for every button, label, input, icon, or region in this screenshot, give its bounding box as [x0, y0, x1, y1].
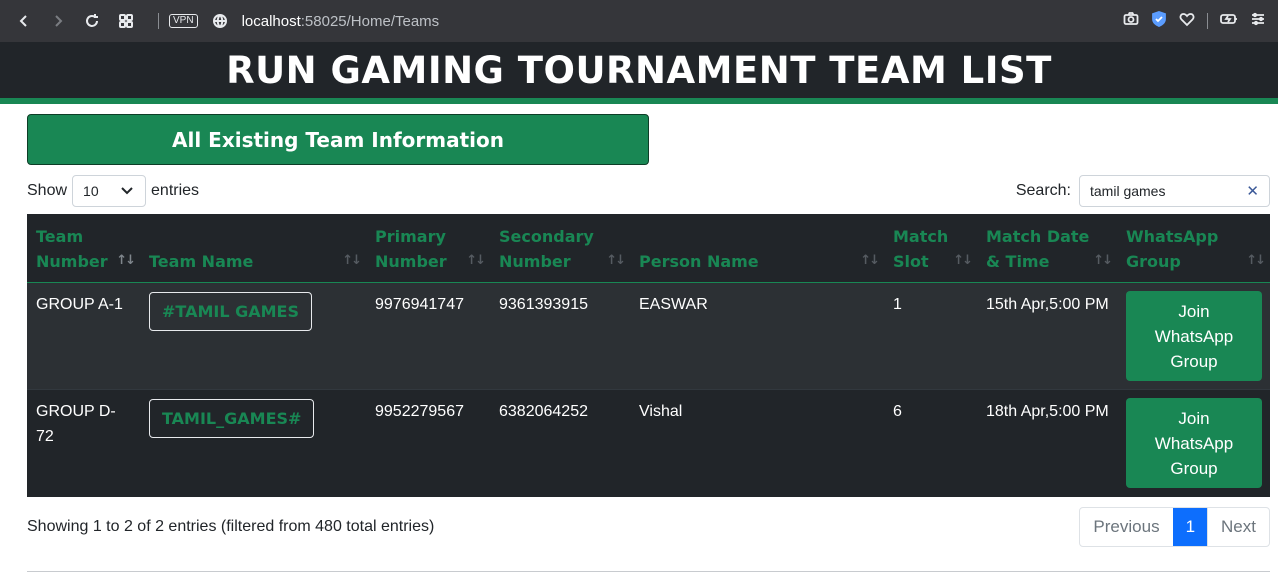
toolbar-divider-right — [1207, 13, 1208, 29]
page-title: RUN GAMING TOURNAMENT TEAM LIST — [226, 48, 1052, 92]
back-icon[interactable] — [12, 9, 36, 33]
header-label: Number — [36, 252, 108, 271]
address-bar[interactable]: localhost:58025/Home/Teams — [242, 13, 440, 30]
pagination: Previous 1 Next — [1079, 506, 1270, 547]
cell-secondary-number: 9361393915 — [490, 282, 630, 390]
search-label: Search: — [1015, 182, 1071, 199]
header-label: Team Name — [149, 252, 254, 271]
cell-team-number: GROUP A-1 — [27, 282, 140, 390]
sort-icon: ↑↓ — [1093, 253, 1113, 268]
heart-icon[interactable] — [1179, 11, 1195, 32]
header-label: Primary — [375, 227, 446, 246]
header-label: Match Date — [986, 227, 1090, 246]
globe-icon[interactable] — [208, 9, 232, 33]
header-label: Slot — [893, 252, 929, 271]
header-label: Person Name — [639, 252, 759, 271]
toolbar-right — [1123, 0, 1266, 42]
chevron-down-icon — [121, 187, 133, 195]
cell-person-name: Vishal — [630, 389, 884, 497]
header-label: Team — [36, 227, 84, 246]
col-team-number[interactable]: Team Number ↑↓ — [27, 214, 140, 283]
join-whatsapp-button[interactable]: Join WhatsApp Group — [1126, 398, 1262, 488]
sort-icon: ↑↓ — [953, 253, 973, 268]
sort-icon: ↑↓ — [116, 253, 136, 268]
cell-team-name: #TAMIL GAMES — [140, 282, 366, 390]
camera-icon[interactable] — [1123, 11, 1139, 32]
cell-team-number: GROUP D-72 — [27, 389, 140, 497]
table-info: Showing 1 to 2 of 2 entries (filtered fr… — [27, 517, 435, 535]
show-label: Show — [27, 182, 68, 199]
table-row: GROUP D-72 TAMIL_GAMES# 9952279567 63820… — [27, 389, 1270, 497]
cell-person-name: EASWAR — [630, 282, 884, 390]
divider — [27, 570, 1270, 572]
header-label: WhatsApp — [1126, 227, 1219, 246]
header-label: Group — [1126, 252, 1181, 271]
sort-icon: ↑↓ — [1246, 253, 1266, 268]
teams-table: Team Number ↑↓ Team Name ↑↓ Primary Number ↑↓… — [27, 214, 1270, 497]
cell-whatsapp: Join WhatsApp Group — [1117, 389, 1270, 497]
table-footer: Showing 1 to 2 of 2 entries (filtered fr… — [27, 506, 1270, 547]
col-whatsapp-group[interactable]: WhatsApp Group ↑↓ — [1117, 214, 1270, 283]
next-page-button[interactable]: Next — [1207, 507, 1269, 546]
cell-secondary-number: 6382064252 — [490, 389, 630, 497]
clear-search-icon[interactable]: ✕ — [1246, 182, 1259, 200]
search-input-value: tamil games — [1090, 183, 1166, 199]
url-path: :58025/Home/Teams — [300, 12, 440, 30]
battery-icon[interactable] — [1220, 11, 1238, 32]
toolbar-divider — [158, 13, 159, 29]
header-label: Match — [893, 227, 949, 246]
main-content: All Existing Team Information Show 10 en… — [0, 104, 1278, 572]
header-label: Number — [499, 252, 571, 271]
entries-label: entries — [151, 182, 200, 199]
cell-primary-number: 9952279567 — [366, 389, 490, 497]
search-input[interactable]: tamil games ✕ — [1079, 175, 1270, 207]
table-controls: Show 10 entries Search: tamil games ✕ — [27, 175, 1270, 207]
tabs-grid-icon[interactable] — [114, 9, 138, 33]
all-teams-button[interactable]: All Existing Team Information — [27, 114, 649, 165]
col-team-name[interactable]: Team Name ↑↓ — [140, 214, 366, 283]
cell-match-slot: 6 — [884, 389, 977, 497]
col-match-slot[interactable]: Match Slot ↑↓ — [884, 214, 977, 283]
page-length-control: Show 10 entries — [27, 175, 199, 207]
table-row: GROUP A-1 #TAMIL GAMES 9976941747 936139… — [27, 282, 1270, 390]
vpn-badge[interactable]: VPN — [169, 14, 198, 28]
cell-match-datetime: 18th Apr,5:00 PM — [977, 389, 1117, 497]
menu-icon[interactable] — [1250, 11, 1266, 32]
browser-toolbar: VPN localhost:58025/Home/Teams — [0, 0, 1278, 42]
url-host: localhost — [241, 12, 301, 30]
page-1-button[interactable]: 1 — [1172, 507, 1208, 546]
cell-primary-number: 9976941747 — [366, 282, 490, 390]
search-control: Search: tamil games ✕ — [1016, 175, 1270, 207]
col-person-name[interactable]: Person Name ↑↓ — [630, 214, 884, 283]
entries-select[interactable]: 10 — [72, 175, 147, 207]
sort-icon: ↑↓ — [466, 253, 486, 268]
sort-icon: ↑↓ — [606, 253, 626, 268]
page-header: RUN GAMING TOURNAMENT TEAM LIST — [0, 42, 1278, 104]
col-match-datetime[interactable]: Match Date & Time ↑↓ — [977, 214, 1117, 283]
col-primary-number[interactable]: Primary Number ↑↓ — [366, 214, 490, 283]
team-name-badge[interactable]: #TAMIL GAMES — [149, 292, 312, 331]
cell-team-name: TAMIL_GAMES# — [140, 389, 366, 497]
header-label: Number — [375, 252, 447, 271]
sort-icon: ↑↓ — [860, 253, 880, 268]
col-secondary-number[interactable]: Secondary Number ↑↓ — [490, 214, 630, 283]
team-name-badge[interactable]: TAMIL_GAMES# — [149, 399, 315, 438]
header-label: Secondary — [499, 227, 594, 246]
cell-match-datetime: 15th Apr,5:00 PM — [977, 282, 1117, 390]
table-header-row: Team Number ↑↓ Team Name ↑↓ Primary Number ↑↓… — [27, 214, 1270, 283]
cell-match-slot: 1 — [884, 282, 977, 390]
previous-page-button[interactable]: Previous — [1080, 508, 1172, 546]
reload-icon[interactable] — [80, 9, 104, 33]
shield-icon[interactable] — [1151, 10, 1167, 32]
join-whatsapp-button[interactable]: Join WhatsApp Group — [1126, 291, 1262, 381]
forward-icon[interactable] — [46, 9, 70, 33]
cell-whatsapp: Join WhatsApp Group — [1117, 282, 1270, 390]
sort-icon: ↑↓ — [342, 253, 362, 268]
header-label: & Time — [986, 252, 1050, 271]
entries-select-value: 10 — [83, 183, 99, 199]
